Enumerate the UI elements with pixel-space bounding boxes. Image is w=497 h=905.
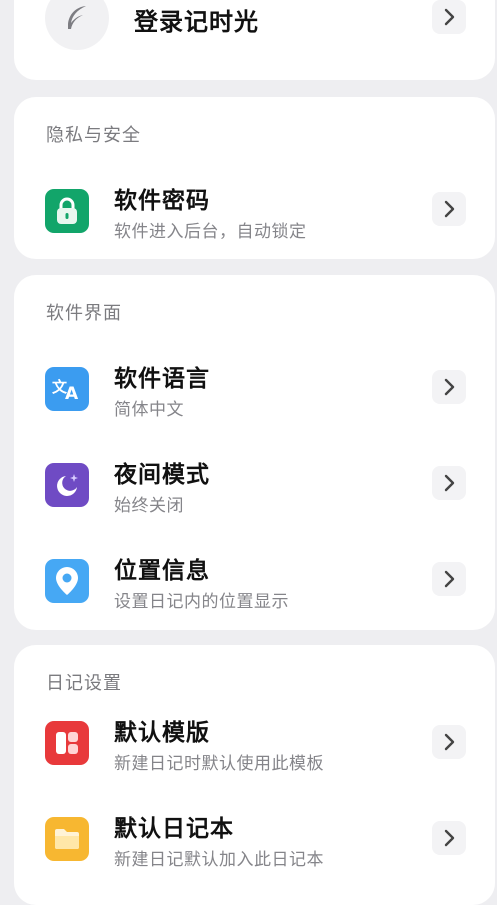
- svg-text:A: A: [65, 384, 79, 404]
- section-title: 软件界面: [46, 303, 122, 324]
- diary-settings-card: 日记设置 默认模版 新建日记时默认使用此模板 默认日记本 新建日记默认加入此日记…: [14, 645, 495, 905]
- chevron-right-icon: [432, 466, 466, 500]
- row-title: 夜间模式: [114, 462, 210, 488]
- lock-icon: [45, 189, 89, 233]
- chevron-right-icon: [432, 0, 466, 34]
- chevron-right-icon: [432, 192, 466, 226]
- row-title: 位置信息: [114, 558, 210, 584]
- default-template-row[interactable]: 默认模版 新建日记时默认使用此模板: [14, 713, 495, 803]
- row-subtitle: 设置日记内的位置显示: [114, 592, 289, 612]
- chevron-right-icon: [432, 821, 466, 855]
- section-title: 隐私与安全: [46, 125, 141, 146]
- chevron-right-icon: [432, 370, 466, 404]
- row-subtitle: 始终关闭: [114, 496, 184, 516]
- feather-icon: [68, 6, 86, 29]
- location-pin-icon: [45, 559, 89, 603]
- template-icon: [45, 721, 89, 765]
- row-title: 默认模版: [114, 720, 210, 746]
- row-title: 软件密码: [114, 188, 210, 214]
- chevron-right-icon: [432, 562, 466, 596]
- night-mode-row[interactable]: 夜间模式 始终关闭: [14, 439, 495, 529]
- login-title: 登录记时光: [134, 8, 259, 36]
- privacy-card: 隐私与安全 软件密码 软件进入后台，自动锁定: [14, 97, 495, 259]
- row-subtitle: 软件进入后台，自动锁定: [114, 222, 307, 242]
- interface-card: 软件界面 文 A 软件语言 简体中文 夜间模式 始终关闭 位置信息 设置日记内的…: [14, 275, 495, 630]
- section-title: 日记设置: [46, 673, 122, 694]
- software-password-row[interactable]: 软件密码 软件进入后台，自动锁定: [14, 165, 495, 255]
- login-row[interactable]: 登录记时光: [14, 0, 495, 80]
- default-diary-row[interactable]: 默认日记本 新建日记默认加入此日记本: [14, 809, 495, 899]
- translate-icon: 文 A: [45, 367, 89, 411]
- chevron-right-icon: [432, 725, 466, 759]
- avatar: [45, 0, 109, 50]
- row-title: 默认日记本: [114, 816, 234, 842]
- row-subtitle: 新建日记默认加入此日记本: [114, 850, 324, 870]
- software-language-row[interactable]: 文 A 软件语言 简体中文: [14, 343, 495, 433]
- location-info-row[interactable]: 位置信息 设置日记内的位置显示: [14, 535, 495, 625]
- moon-icon: [45, 463, 89, 507]
- row-subtitle: 新建日记时默认使用此模板: [114, 754, 324, 774]
- login-card: 登录记时光: [14, 0, 495, 80]
- folder-icon: [45, 817, 89, 861]
- row-subtitle: 简体中文: [114, 400, 184, 420]
- row-title: 软件语言: [114, 366, 210, 392]
